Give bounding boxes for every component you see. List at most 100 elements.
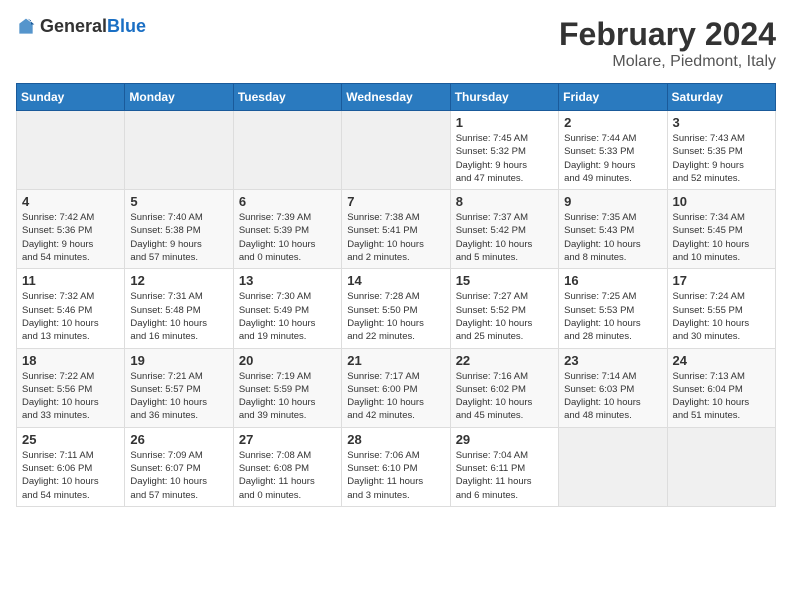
day-number: 22 (456, 353, 553, 368)
calendar-cell: 27 Sunrise: 7:08 AM Sunset: 6:08 PM Dayli… (233, 427, 341, 506)
calendar-cell (125, 111, 233, 190)
day-info: Sunrise: 7:30 AM Sunset: 5:49 PM Dayligh… (239, 290, 336, 343)
day-info: Sunrise: 7:09 AM Sunset: 6:07 PM Dayligh… (130, 449, 227, 502)
calendar-cell: 4 Sunrise: 7:42 AM Sunset: 5:36 PM Daylig… (17, 190, 125, 269)
calendar-cell: 20Sunrise: 7:19 AM Sunset: 5:59 PM Dayli… (233, 348, 341, 427)
day-info: Sunrise: 7:22 AM Sunset: 5:56 PM Dayligh… (22, 370, 119, 423)
calendar-header-row: SundayMondayTuesdayWednesdayThursdayFrid… (17, 84, 776, 111)
calendar-cell: 24 Sunrise: 7:13 AM Sunset: 6:04 PM Dayli… (667, 348, 775, 427)
day-info: Sunrise: 7:14 AM Sunset: 6:03 PM Dayligh… (564, 370, 661, 423)
day-number: 19 (130, 353, 227, 368)
calendar-cell: 23 Sunrise: 7:14 AM Sunset: 6:03 PM Dayli… (559, 348, 667, 427)
day-number: 11 (22, 273, 119, 288)
day-info: Sunrise: 7:25 AM Sunset: 5:53 PM Dayligh… (564, 290, 661, 343)
day-info: Sunrise: 7:27 AM Sunset: 5:52 PM Dayligh… (456, 290, 553, 343)
calendar-cell: 16 Sunrise: 7:25 AM Sunset: 5:53 PM Dayli… (559, 269, 667, 348)
day-number: 3 (673, 115, 770, 130)
day-info: Sunrise: 7:32 AM Sunset: 5:46 PM Dayligh… (22, 290, 119, 343)
calendar-week-row: 25Sunrise: 7:11 AM Sunset: 6:06 PM Dayli… (17, 427, 776, 506)
day-info: Sunrise: 7:11 AM Sunset: 6:06 PM Dayligh… (22, 449, 119, 502)
calendar-cell: 15 Sunrise: 7:27 AM Sunset: 5:52 PM Dayli… (450, 269, 558, 348)
day-of-week-header: Sunday (17, 84, 125, 111)
calendar-cell: 11 Sunrise: 7:32 AM Sunset: 5:46 PM Dayli… (17, 269, 125, 348)
day-number: 18 (22, 353, 119, 368)
calendar-week-row: 18 Sunrise: 7:22 AM Sunset: 5:56 PM Dayli… (17, 348, 776, 427)
day-number: 23 (564, 353, 661, 368)
day-info: Sunrise: 7:44 AM Sunset: 5:33 PM Dayligh… (564, 132, 661, 185)
day-info: Sunrise: 7:24 AM Sunset: 5:55 PM Dayligh… (673, 290, 770, 343)
calendar-cell (342, 111, 450, 190)
day-info: Sunrise: 7:16 AM Sunset: 6:02 PM Dayligh… (456, 370, 553, 423)
calendar-cell: 8 Sunrise: 7:37 AM Sunset: 5:42 PM Daylig… (450, 190, 558, 269)
calendar-cell: 22 Sunrise: 7:16 AM Sunset: 6:02 PM Dayli… (450, 348, 558, 427)
calendar-cell: 29 Sunrise: 7:04 AM Sunset: 6:11 PM Dayli… (450, 427, 558, 506)
day-number: 13 (239, 273, 336, 288)
day-of-week-header: Wednesday (342, 84, 450, 111)
calendar-cell: 3 Sunrise: 7:43 AM Sunset: 5:35 PM Daylig… (667, 111, 775, 190)
day-number: 24 (673, 353, 770, 368)
day-info: Sunrise: 7:40 AM Sunset: 5:38 PM Dayligh… (130, 211, 227, 264)
day-number: 6 (239, 194, 336, 209)
calendar-cell: 9 Sunrise: 7:35 AM Sunset: 5:43 PM Daylig… (559, 190, 667, 269)
day-number: 14 (347, 273, 444, 288)
day-number: 4 (22, 194, 119, 209)
day-number: 5 (130, 194, 227, 209)
day-number: 2 (564, 115, 661, 130)
page-header: GeneralBlue February 2024 Molare, Piedmo… (16, 16, 776, 71)
day-number: 9 (564, 194, 661, 209)
calendar-week-row: 11 Sunrise: 7:32 AM Sunset: 5:46 PM Dayli… (17, 269, 776, 348)
day-number: 15 (456, 273, 553, 288)
day-of-week-header: Tuesday (233, 84, 341, 111)
day-info: Sunrise: 7:45 AM Sunset: 5:32 PM Dayligh… (456, 132, 553, 185)
calendar-cell: 14 Sunrise: 7:28 AM Sunset: 5:50 PM Dayli… (342, 269, 450, 348)
day-of-week-header: Thursday (450, 84, 558, 111)
location-title: Molare, Piedmont, Italy (559, 53, 776, 71)
calendar-cell (559, 427, 667, 506)
calendar-week-row: 1 Sunrise: 7:45 AM Sunset: 5:32 PM Daylig… (17, 111, 776, 190)
day-of-week-header: Friday (559, 84, 667, 111)
month-title: February 2024 (559, 16, 776, 53)
day-info: Sunrise: 7:13 AM Sunset: 6:04 PM Dayligh… (673, 370, 770, 423)
day-info: Sunrise: 7:37 AM Sunset: 5:42 PM Dayligh… (456, 211, 553, 264)
logo-icon (16, 17, 36, 37)
calendar-cell: 28Sunrise: 7:06 AM Sunset: 6:10 PM Dayli… (342, 427, 450, 506)
day-number: 12 (130, 273, 227, 288)
logo-blue: Blue (107, 16, 146, 36)
day-info: Sunrise: 7:43 AM Sunset: 5:35 PM Dayligh… (673, 132, 770, 185)
day-of-week-header: Monday (125, 84, 233, 111)
day-number: 27 (239, 432, 336, 447)
day-info: Sunrise: 7:42 AM Sunset: 5:36 PM Dayligh… (22, 211, 119, 264)
calendar-cell: 2 Sunrise: 7:44 AM Sunset: 5:33 PM Daylig… (559, 111, 667, 190)
day-number: 17 (673, 273, 770, 288)
day-number: 7 (347, 194, 444, 209)
calendar-cell: 26 Sunrise: 7:09 AM Sunset: 6:07 PM Dayli… (125, 427, 233, 506)
day-number: 16 (564, 273, 661, 288)
calendar-cell: 1 Sunrise: 7:45 AM Sunset: 5:32 PM Daylig… (450, 111, 558, 190)
calendar-cell: 19 Sunrise: 7:21 AM Sunset: 5:57 PM Dayli… (125, 348, 233, 427)
logo-general: General (40, 16, 107, 36)
day-info: Sunrise: 7:04 AM Sunset: 6:11 PM Dayligh… (456, 449, 553, 502)
day-info: Sunrise: 7:28 AM Sunset: 5:50 PM Dayligh… (347, 290, 444, 343)
day-info: Sunrise: 7:19 AM Sunset: 5:59 PM Dayligh… (239, 370, 336, 423)
day-info: Sunrise: 7:39 AM Sunset: 5:39 PM Dayligh… (239, 211, 336, 264)
day-info: Sunrise: 7:21 AM Sunset: 5:57 PM Dayligh… (130, 370, 227, 423)
day-info: Sunrise: 7:17 AM Sunset: 6:00 PM Dayligh… (347, 370, 444, 423)
day-info: Sunrise: 7:06 AM Sunset: 6:10 PM Dayligh… (347, 449, 444, 502)
calendar-cell: 10Sunrise: 7:34 AM Sunset: 5:45 PM Dayli… (667, 190, 775, 269)
calendar-cell: 25Sunrise: 7:11 AM Sunset: 6:06 PM Dayli… (17, 427, 125, 506)
day-info: Sunrise: 7:38 AM Sunset: 5:41 PM Dayligh… (347, 211, 444, 264)
day-number: 26 (130, 432, 227, 447)
calendar-cell (667, 427, 775, 506)
day-number: 29 (456, 432, 553, 447)
day-number: 8 (456, 194, 553, 209)
calendar-cell (233, 111, 341, 190)
day-info: Sunrise: 7:08 AM Sunset: 6:08 PM Dayligh… (239, 449, 336, 502)
day-number: 1 (456, 115, 553, 130)
calendar-cell: 13 Sunrise: 7:30 AM Sunset: 5:49 PM Dayli… (233, 269, 341, 348)
calendar-cell: 7 Sunrise: 7:38 AM Sunset: 5:41 PM Daylig… (342, 190, 450, 269)
calendar-cell (17, 111, 125, 190)
calendar-cell: 17 Sunrise: 7:24 AM Sunset: 5:55 PM Dayli… (667, 269, 775, 348)
calendar-cell: 18 Sunrise: 7:22 AM Sunset: 5:56 PM Dayli… (17, 348, 125, 427)
day-info: Sunrise: 7:35 AM Sunset: 5:43 PM Dayligh… (564, 211, 661, 264)
title-block: February 2024 Molare, Piedmont, Italy (559, 16, 776, 71)
